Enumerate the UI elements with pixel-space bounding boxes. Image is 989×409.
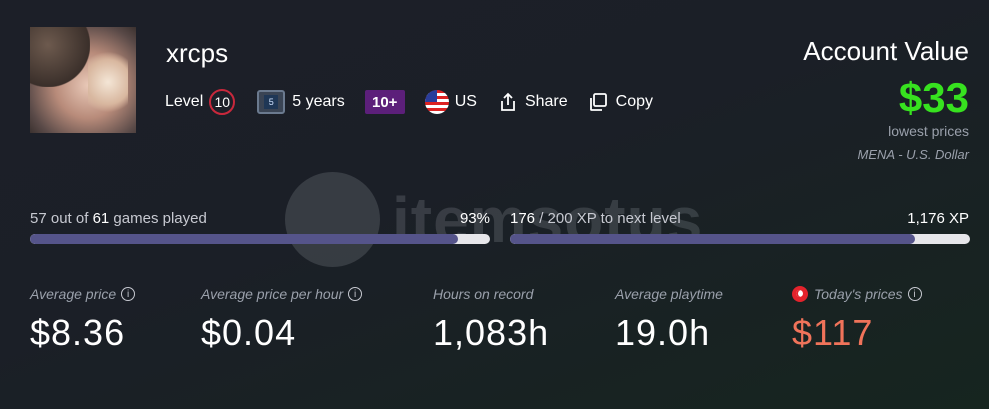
stat-label-hours-on-record: Hours on record <box>433 286 533 302</box>
copy-button[interactable]: Copy <box>588 92 653 112</box>
stat-label-text: Today's prices <box>814 286 903 302</box>
profile-meta: Level 10 5 5 years 10+ US Share Copy <box>165 87 653 117</box>
stat-value-todays-prices: $117 <box>792 312 874 353</box>
years-badge-icon: 5 <box>257 90 286 114</box>
stat-label-average-playtime: Average playtime <box>615 286 723 302</box>
account-region: MENA - U.S. Dollar <box>857 147 969 162</box>
stat-label-text: Average price <box>30 286 117 302</box>
stat-value-average-playtime: 19.0h <box>615 312 711 353</box>
xp-current: 176 <box>510 210 536 227</box>
stat-value-hours-on-record: 1,083h <box>433 312 550 353</box>
years-text: 5 years <box>292 93 345 110</box>
xp-text: 176 / 200 XP to next level <box>510 210 681 227</box>
stat-value-average-price-per-hour: $0.04 <box>201 312 297 353</box>
xp-progress-bar <box>510 234 970 244</box>
watermark-logo-icon <box>285 172 380 267</box>
stat-label-average-price-per-hour: Average price per hour i <box>201 286 363 302</box>
level-label: Level <box>165 93 204 110</box>
share-label: Share <box>524 93 568 110</box>
info-icon[interactable]: i <box>121 287 136 301</box>
xp-rest: / 200 XP to next level <box>535 210 681 227</box>
avatar-face <box>88 47 128 117</box>
info-icon[interactable]: i <box>907 287 922 301</box>
stat-label-text: Average playtime <box>615 286 723 302</box>
level-badge: 10 <box>209 89 236 115</box>
us-flag-icon <box>424 90 449 114</box>
xp-progress-fill <box>510 234 915 244</box>
turkey-flag-icon <box>792 286 808 302</box>
username: xrcps <box>166 38 229 68</box>
stat-label-text: Average price per hour <box>201 286 344 302</box>
stat-value-average-price: $8.36 <box>30 312 126 353</box>
country-code: US <box>454 93 477 110</box>
account-value-subtitle: lowest prices <box>888 123 969 139</box>
games-total: 61 <box>92 210 110 227</box>
age-badge: 10+ <box>364 90 405 114</box>
account-value: $33 <box>898 74 969 121</box>
share-icon <box>501 92 515 111</box>
xp-total: 1,176 XP <box>907 210 969 227</box>
stat-label-text: Hours on record <box>433 286 534 302</box>
games-played-prefix: 57 out of <box>30 210 93 227</box>
years-badge-number: 5 <box>264 95 279 109</box>
copy-label: Copy <box>615 93 654 110</box>
games-played-suffix: games played <box>109 210 207 227</box>
stat-label-average-price: Average price i <box>30 286 136 302</box>
games-progress-fill <box>30 234 458 244</box>
avatar-hair <box>30 27 90 87</box>
account-value-title: Account Value <box>803 36 969 66</box>
games-played-text: 57 out of 61 games played <box>30 210 207 227</box>
copy-icon <box>589 93 607 111</box>
share-button[interactable]: Share <box>499 92 568 112</box>
info-icon[interactable]: i <box>348 287 363 301</box>
stat-label-todays-prices: Today's prices i <box>792 286 922 302</box>
avatar <box>30 27 136 133</box>
games-percent: 93% <box>459 210 490 227</box>
games-progress-bar <box>30 234 490 244</box>
